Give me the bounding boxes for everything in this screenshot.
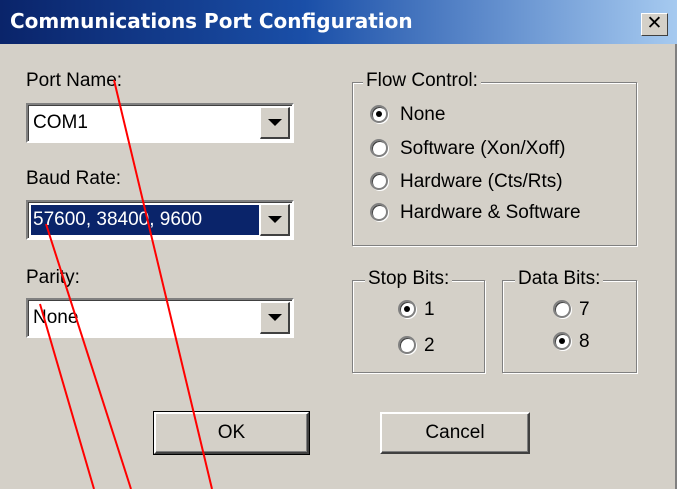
close-icon: ✕	[646, 13, 663, 34]
radio-button-icon	[370, 172, 388, 190]
close-button[interactable]: ✕	[641, 13, 668, 36]
stop-bits-legend: Stop Bits:	[365, 268, 453, 290]
radio-label: Software (Xon/Xoff)	[400, 138, 566, 159]
radio-label: Hardware (Cts/Rts)	[400, 171, 563, 192]
title-bar[interactable]: Communications Port Configuration ✕	[0, 0, 677, 44]
ok-button[interactable]: OK	[153, 411, 310, 455]
radio-button-icon	[553, 300, 571, 318]
parity-dropdown-icon[interactable]	[260, 302, 290, 334]
radio-button-icon	[553, 332, 571, 350]
port-config-dialog: Communications Port Configuration ✕ Port…	[0, 0, 677, 489]
radio-label: 7	[579, 299, 590, 320]
radio-label: 1	[424, 299, 435, 320]
cancel-button[interactable]: Cancel	[380, 412, 530, 454]
parity-label: Parity:	[26, 267, 80, 288]
baud-rate-select[interactable]: 57600, 38400, 9600	[26, 200, 294, 240]
radio-label: Hardware & Software	[400, 202, 581, 223]
parity-select[interactable]: None	[26, 298, 294, 338]
radio-button-icon	[370, 139, 388, 157]
data-bits-group: Data Bits:	[502, 268, 637, 373]
data-bits-legend: Data Bits:	[515, 268, 604, 290]
flow-control-legend: Flow Control:	[363, 70, 481, 92]
radio-label: None	[400, 104, 446, 125]
radio-button-icon	[370, 203, 388, 221]
baud-rate-dropdown-icon[interactable]	[260, 204, 290, 236]
port-name-value: COM1	[33, 112, 88, 133]
radio-button-icon	[398, 336, 416, 354]
port-name-dropdown-icon[interactable]	[260, 107, 290, 139]
radio-button-icon	[370, 105, 388, 123]
baud-rate-value: 57600, 38400, 9600	[31, 205, 259, 235]
port-name-label: Port Name:	[26, 70, 123, 91]
baud-rate-label: Baud Rate:	[26, 168, 122, 189]
port-name-select[interactable]: COM1	[26, 103, 294, 143]
radio-label: 2	[424, 335, 435, 356]
parity-value: None	[33, 307, 79, 328]
window-title: Communications Port Configuration	[10, 9, 413, 33]
radio-button-icon	[398, 300, 416, 318]
stop-bits-group: Stop Bits:	[352, 268, 485, 373]
radio-label: 8	[579, 331, 590, 352]
